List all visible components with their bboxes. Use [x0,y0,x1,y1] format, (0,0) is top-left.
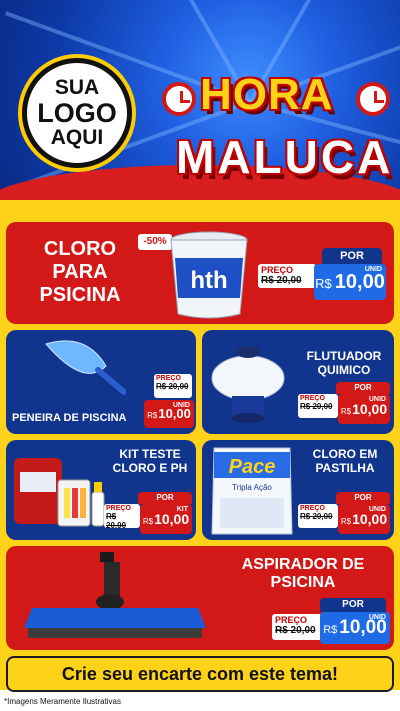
current-price: UNID R$ 10,00 [338,394,390,424]
current-price: UNID R$ 10,00 [314,264,386,300]
por-label: POR [138,492,192,504]
product-name: CLORO EM PASTILHA [300,447,390,476]
old-price: R$ 20,00 [300,402,333,411]
product-name-line: CLORO EM [312,447,378,461]
unit-label: UNID [368,396,386,403]
preco-label: PREÇO [300,395,325,402]
product-name-line: ASPIRADOR DE [241,556,365,573]
old-price: R$ 20,00 [156,382,189,391]
product-card[interactable]: FLUTUADOR QUIMICO POR PREÇO R$ 20,00 UNI… [202,330,394,434]
disclaimer: *Imagens Meramente Ilustrativas [4,697,121,706]
old-price: R$ 20,00 [275,625,316,636]
product-card[interactable]: ASPIRADOR DE PSICINA POR PREÇO R$ 20,00 … [6,546,394,650]
por-label: POR [336,492,390,504]
product-card[interactable]: KIT TESTE CLORO E PH POR PREÇO R$ 20,00 … [6,440,196,540]
hora-maluca-title: HORA MALUCA [160,70,390,190]
product-name: KIT TESTE CLORO E PH [108,447,192,476]
por-label: POR [336,382,390,394]
preco-label: PREÇO [106,505,131,512]
current-price: UNID R$ 10,00 [144,400,194,428]
product-name: PENEIRA DE PISCINA [12,412,127,424]
product-card[interactable]: CLORO PARA PSICINA -50% hth POR PREÇO R$… [6,222,394,324]
product-image-subtext: Tripla Ação [232,483,272,492]
product-name-line: PSICINA [39,284,121,306]
preco-label: PREÇO [300,505,325,512]
old-price-box: PREÇO R$ 20,00 [104,504,140,530]
currency: R$ [340,517,352,526]
product-image-text: hth [190,267,227,294]
unit-label: UNID [368,506,386,513]
old-price-box: PREÇO R$ 20,00 [258,264,316,288]
cta-banner[interactable]: Crie seu encarte com este tema! [6,656,394,692]
product-image-chlorine-tablets: Pace Tripla Ação [211,447,293,535]
preco-label: PREÇO [275,615,308,625]
unit-label: KIT [176,506,188,513]
product-name-line: PSICINA [270,574,336,592]
logo-text-line: AQUI [50,126,104,150]
title-hora: HORA [200,70,334,119]
old-price: R$ 20,00 [300,512,333,521]
alarm-clock-icon [162,82,196,116]
title-maluca: MALUCA [176,131,394,183]
product-name: ASPIRADOR DE PSICINA [220,556,386,593]
product-name: FLUTUADOR QUIMICO [298,349,390,378]
old-price-box: PREÇO R$ 20,00 [298,504,338,528]
product-image-chlorine-bucket: hth [170,231,248,319]
old-price: R$ 20,00 [261,275,302,286]
old-price: R$ 20,00 [106,512,127,530]
product-name-line: CLORO E PH [112,460,188,475]
por-label: POR [320,598,386,612]
price-box: POR PREÇO R$ 20,00 UNID R$ 10,00 [258,248,386,304]
unit-label: UNID [172,402,190,409]
hero-banner: SUA LOGO AQUI HORA MALUCA [0,0,400,200]
old-price-box: PREÇO R$ 20,00 [298,394,338,418]
currency: R$ [340,407,352,416]
product-image-pool-vacuum [24,552,206,638]
old-price-box: PREÇO R$ 20,00 [154,374,192,398]
product-card[interactable]: Pace Tripla Ação CLORO EM PASTILHA POR P… [202,440,394,540]
currency: R$ [142,517,154,526]
current-price: KIT R$ 10,00 [140,504,192,534]
unit-label: UNID [364,266,382,273]
preco-label: PREÇO [156,375,181,382]
currency: R$ [315,276,332,291]
product-image-test-kit [14,458,105,527]
product-image-text: Pace [229,456,276,478]
currency: R$ [147,411,158,420]
product-card[interactable]: PENEIRA DE PISCINA PREÇO R$ 20,00 UNID R… [6,330,196,434]
product-name-line: PASTILHA [315,460,375,475]
product-name-line: PARA [52,261,108,283]
product-name-line: CLORO [43,238,117,260]
product-name-line: FLUTUADOR [306,349,382,363]
product-name-line: KIT TESTE [119,447,181,461]
logo-placeholder: SUA LOGO AQUI [22,58,132,168]
logo-text-line: LOGO [37,97,117,128]
logo-text-line: SUA [54,75,100,99]
unit-label: UNID [368,614,386,621]
preco-label: PREÇO [261,265,294,275]
old-price-box: PREÇO R$ 20,00 [272,614,322,640]
product-image-pool-net [45,340,126,395]
product-name: CLORO PARA PSICINA [20,238,140,307]
product-name-line: QUIMICO [317,362,371,377]
currency: R$ [323,624,338,636]
alarm-clock-icon [356,82,390,116]
current-price: UNID R$ 10,00 [338,504,390,534]
product-image-floater [211,346,285,423]
current-price: UNID R$ 10,00 [320,612,390,644]
por-label: POR [322,248,382,264]
